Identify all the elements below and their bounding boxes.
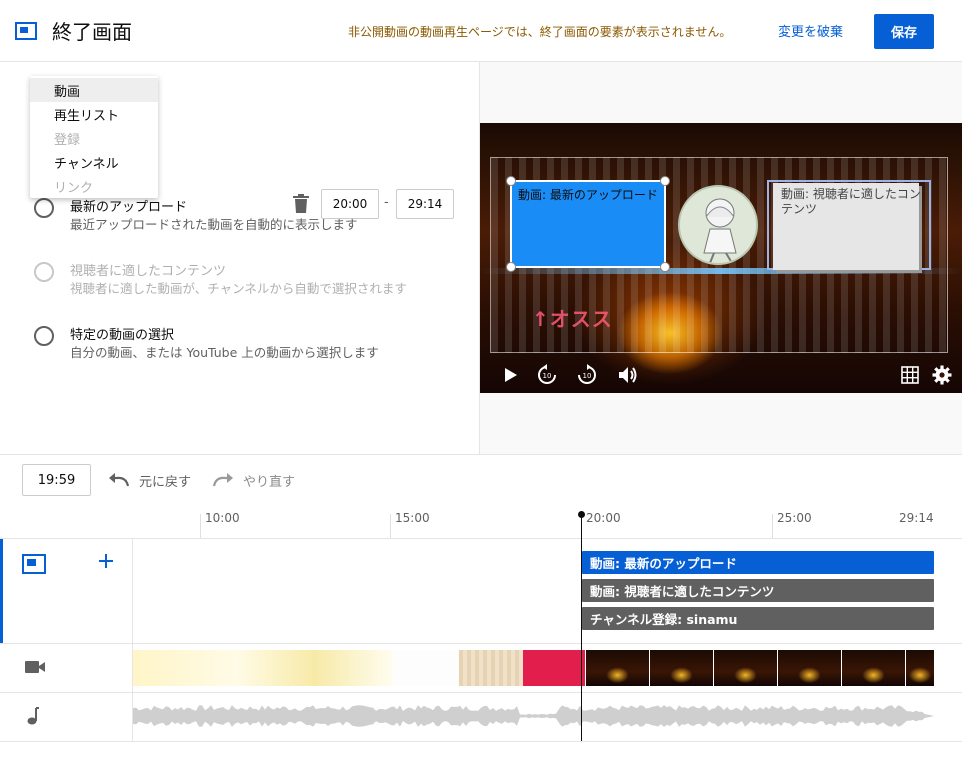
ruler-label: 10:00 [205,511,240,525]
resize-handle[interactable] [506,176,516,186]
video-thumbnail [523,650,585,686]
trash-icon[interactable] [292,194,310,214]
play-icon[interactable] [498,363,522,387]
menu-item-playlist[interactable]: 再生リスト [30,102,158,126]
end-element-suggested[interactable]: 動画: 視聴者に適したコンテンツ [767,180,931,270]
timeline-border [0,643,962,644]
end-screen-icon [15,22,37,40]
video-preview: ↑オスス 動画: 最新のアップロード 動画: 視聴者に適したコンテンツ 10 1… [480,123,962,393]
undo-icon[interactable] [108,471,130,489]
menu-item-link: リンク [54,180,94,196]
waveform-shape [133,705,934,727]
video-thumbnail [133,650,393,686]
grid-icon[interactable] [898,363,922,387]
resize-handle[interactable] [506,262,516,272]
timeline-border [0,538,962,539]
video-camera-icon [25,661,45,673]
video-overlay-text: ↑オスス [532,307,613,331]
radio-button[interactable] [34,326,54,346]
ruler-label: 15:00 [395,511,430,525]
video-thumbnail [585,650,649,686]
playhead-handle[interactable] [578,511,585,518]
ruler-label: 25:00 [777,511,812,525]
element-end-time-input[interactable]: 29:14 [396,189,454,219]
ruler-label: 29:14 [899,511,934,525]
resize-handle[interactable] [660,176,670,186]
discard-changes-button[interactable]: 変更を破棄 [778,21,843,40]
svg-text:10: 10 [583,372,592,380]
ruler-tick [200,514,201,538]
end-element-label: 動画: 視聴者に適したコンテンツ [781,187,921,216]
video-thumbnail [841,650,905,686]
video-thumbnail [393,650,459,686]
option-description: 最近アップロードされた動画を自動的に表示します [70,217,358,232]
option-title: 特定の動画の選択 [70,328,175,343]
timeline-element-subscribe[interactable]: チャンネル登録: sinamu [582,607,934,630]
page-title: 終了画面 [52,20,132,44]
radio-button[interactable] [34,198,54,218]
video-thumbnail [459,650,523,686]
divider [0,454,962,455]
option-title: 視聴者に適したコンテンツ [70,264,227,279]
menu-item-video[interactable]: 動画 [30,78,158,102]
rewind-10-icon[interactable]: 10 [535,363,559,387]
radio-button [34,262,54,282]
end-element-subscribe[interactable] [676,181,762,269]
header: 終了画面 非公開動画の動画再生ページでは、終了画面の要素が表示されません。 変更… [0,0,962,62]
private-video-warning: 非公開動画の動画再生ページでは、終了画面の要素が表示されません。 [348,25,732,39]
avatar-illustration [703,198,737,263]
option-title: 最新のアップロード [70,200,188,215]
time-separator: - [384,195,389,210]
forward-10-icon[interactable]: 10 [575,363,599,387]
end-screen-track-icon [22,554,46,574]
ruler-label: 20:00 [586,511,621,525]
menu-item-subscribe: 登録 [54,132,81,148]
audio-waveform[interactable] [133,702,934,730]
player-controls: 10 10 [480,359,962,393]
save-button[interactable]: 保存 [874,14,934,49]
element-type-menu: 動画 再生リスト 登録 チャンネル リンク [30,76,158,198]
timeline-element-latest-upload[interactable]: 動画: 最新のアップロード [582,551,934,574]
video-thumbnail-strip[interactable] [133,650,934,686]
option-description: 自分の動画、または YouTube 上の動画から選択します [70,345,379,360]
video-thumbnail [905,650,934,686]
plus-icon[interactable] [96,551,116,571]
settings-gear-icon[interactable] [930,363,954,387]
option-description: 視聴者に適した動画が、チャンネルから自動で選択されます [70,281,407,296]
timeline-border [0,741,962,742]
channel-avatar [678,185,758,265]
timeline-border [0,692,962,693]
video-thumbnail [649,650,713,686]
undo-button[interactable]: 元に戻す [139,471,191,490]
menu-item-channel[interactable]: チャンネル [30,150,158,174]
video-thumbnail [713,650,777,686]
current-time-input[interactable]: 19:59 [22,464,91,496]
redo-icon[interactable] [212,471,234,489]
video-thumbnail [777,650,841,686]
end-element-label: 動画: 最新のアップロード [518,188,658,202]
resize-handle[interactable] [660,262,670,272]
music-note-icon [27,707,39,725]
end-screen-editor: 終了画面 非公開動画の動画再生ページでは、終了画面の要素が表示されません。 変更… [0,0,962,761]
timeline-element-suggested[interactable]: 動画: 視聴者に適したコンテンツ [582,579,934,602]
svg-text:10: 10 [543,372,552,380]
ruler-tick [390,514,391,538]
ruler-tick [772,514,773,538]
volume-icon[interactable] [616,363,640,387]
selected-track-indicator [0,539,3,643]
playhead[interactable] [581,514,582,741]
end-element-latest-upload[interactable]: 動画: 最新のアップロード [506,176,670,272]
redo-button[interactable]: やり直す [243,471,295,490]
